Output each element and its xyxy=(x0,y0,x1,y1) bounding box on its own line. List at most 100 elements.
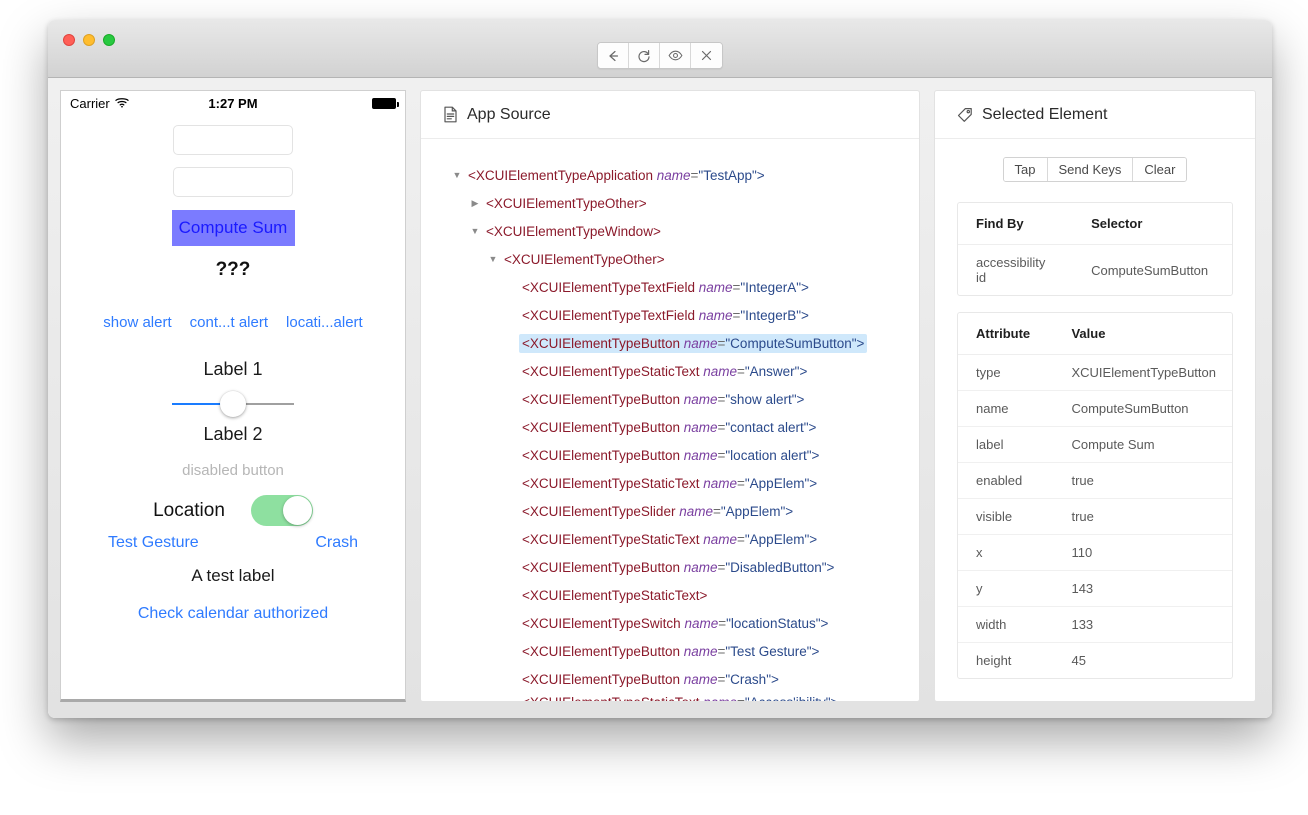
node-tag-name: <XCUIElementTypeTextField xyxy=(522,307,699,323)
tap-button[interactable]: Tap xyxy=(1003,158,1048,181)
source-tree-node[interactable]: <XCUIElementTypeTextField name="IntegerB… xyxy=(421,301,919,329)
integer-b-field[interactable] xyxy=(173,167,293,197)
node-attr-value: "Crash"> xyxy=(725,671,779,687)
node-attr-name: name xyxy=(656,167,691,183)
chevron-down-icon[interactable]: ▼ xyxy=(449,170,465,180)
node-attr-name: name xyxy=(703,531,737,547)
crash-button[interactable]: Crash xyxy=(315,534,358,552)
attribute-row[interactable]: enabled true xyxy=(958,462,1232,499)
node-tag-name: <XCUIElementTypeTextField xyxy=(522,279,699,295)
source-tree-node[interactable]: <XCUIElementTypeButton name="contact ale… xyxy=(421,413,919,441)
table-cell-key: x xyxy=(958,534,1054,571)
source-tree-node[interactable]: <XCUIElementTypeStaticText name="Answer"… xyxy=(421,357,919,385)
source-tree-node[interactable]: <XCUIElementTypeButton name="location al… xyxy=(421,441,919,469)
app-slider[interactable] xyxy=(172,390,294,418)
table-cell-value: true xyxy=(1053,462,1232,499)
find-by-row[interactable]: accessibility id ComputeSumButton xyxy=(958,245,1232,296)
quit-button[interactable] xyxy=(691,43,722,68)
contact-alert-button[interactable]: cont...t alert xyxy=(190,314,268,331)
show-alert-button[interactable]: show alert xyxy=(103,314,171,331)
refresh-button[interactable] xyxy=(629,43,660,68)
table-cell-key: y xyxy=(958,570,1054,607)
location-alert-button[interactable]: locati...alert xyxy=(286,314,363,331)
source-tree-node[interactable]: <XCUIElementTypeTextField name="IntegerA… xyxy=(421,273,919,301)
attribute-row[interactable]: x 110 xyxy=(958,534,1232,571)
node-attr-value: "AppElem"> xyxy=(720,503,794,519)
app-source-header: App Source xyxy=(421,91,919,139)
source-tree-node-label: <XCUIElementTypeApplication name="TestAp… xyxy=(465,166,768,185)
attribute-row[interactable]: type XCUIElementTypeButton xyxy=(958,354,1232,391)
close-window-button[interactable] xyxy=(63,34,75,46)
node-attr-name: name xyxy=(679,503,713,519)
compute-sum-button[interactable]: Compute Sum xyxy=(171,210,295,246)
source-tree-node-label: <XCUIElementTypeWindow> xyxy=(483,222,664,241)
node-tag-name: <XCUIElementTypeStaticText xyxy=(522,363,704,379)
source-tree-node[interactable]: <XCUIElementTypeStaticText name="AppElem… xyxy=(421,469,919,497)
inspect-button[interactable] xyxy=(660,43,691,68)
source-tree-node-label: <XCUIElementTypeButton name="Crash"> xyxy=(519,670,782,689)
source-tree-node[interactable]: ▼ <XCUIElementTypeOther> xyxy=(421,245,919,273)
source-tree-node[interactable]: ▼ <XCUIElementTypeWindow> xyxy=(421,217,919,245)
integer-a-field[interactable] xyxy=(173,125,293,155)
test-gesture-button[interactable]: Test Gesture xyxy=(108,534,199,552)
node-tag-name: <XCUIElementTypeSwitch xyxy=(522,615,685,631)
find-by-col-header: Find By xyxy=(958,203,1074,245)
source-tree-node[interactable]: <XCUIElementTypeStaticText name="Access'… xyxy=(421,693,919,701)
source-tree-node[interactable]: <XCUIElementTypeButton name="show alert"… xyxy=(421,385,919,413)
node-tag-name: <XCUIElementTypeApplication xyxy=(468,167,657,183)
source-tree-node[interactable]: ▼ <XCUIElementTypeApplication name="TestA… xyxy=(421,161,919,189)
attribute-row[interactable]: visible true xyxy=(958,498,1232,535)
node-attr-name: name xyxy=(703,695,737,701)
location-row: Location xyxy=(153,495,313,526)
check-calendar-authorized-link[interactable]: Check calendar authorized xyxy=(138,605,328,623)
source-tree-node[interactable]: <XCUIElementTypeButton name="Crash"> xyxy=(421,665,919,693)
source-tree-node-label: <XCUIElementTypeButton name="ComputeSumB… xyxy=(519,333,868,353)
app-screen: Compute Sum ??? show alert cont...t aler… xyxy=(61,115,405,699)
attribute-row[interactable]: height 45 xyxy=(958,643,1232,679)
ios-status-bar: Carrier 1:27 PM xyxy=(61,91,405,115)
chevron-down-icon[interactable]: ▼ xyxy=(467,226,483,236)
source-tree[interactable]: ▼ <XCUIElementTypeApplication name="TestA… xyxy=(421,139,919,701)
node-tag-name: <XCUIElementTypeSlider xyxy=(522,503,680,519)
chevron-down-icon[interactable]: ▼ xyxy=(485,254,501,264)
table-cell-key: accessibility id xyxy=(976,255,1046,285)
node-attr-value: "ComputeSumButton"> xyxy=(725,335,865,351)
source-tree-node[interactable]: <XCUIElementTypeStaticText name="AppElem… xyxy=(421,525,919,553)
clear-button[interactable]: Clear xyxy=(1133,158,1187,181)
attribute-row[interactable]: label Compute Sum xyxy=(958,426,1232,463)
node-attr-value: "locationStatus"> xyxy=(726,615,829,631)
send-keys-button[interactable]: Send Keys xyxy=(1047,158,1134,181)
element-actions: Tap Send Keys Clear xyxy=(957,157,1233,182)
node-attr-equals: = xyxy=(736,475,745,491)
table-cell-value: ComputeSumButton xyxy=(1053,390,1232,427)
source-tree-node[interactable]: <XCUIElementTypeStaticText> xyxy=(421,581,919,609)
table-cell-key: height xyxy=(976,653,1012,668)
node-tag-name: <XCUIElementTypeStaticText xyxy=(522,695,703,701)
node-tag-name: <XCUIElementTypeButton xyxy=(522,447,684,463)
source-tree-node[interactable]: <XCUIElementTypeButton name="ComputeSumB… xyxy=(421,329,919,357)
attribute-row[interactable]: name ComputeSumButton xyxy=(958,390,1232,427)
attribute-row[interactable]: width 133 xyxy=(958,606,1232,643)
node-attr-value: "IntegerA"> xyxy=(740,279,809,295)
back-button[interactable] xyxy=(598,43,629,68)
node-tag-name: <XCUIElementTypeButton xyxy=(522,335,684,351)
chevron-right-icon[interactable]: ▶ xyxy=(467,198,483,209)
source-tree-node[interactable]: <XCUIElementTypeSwitch name="locationSta… xyxy=(421,609,919,637)
node-tag-name: <XCUIElementTypeStaticText xyxy=(522,531,704,547)
location-switch[interactable] xyxy=(250,495,313,526)
node-attr-equals: = xyxy=(718,615,727,631)
table-cell-value: Compute Sum xyxy=(1053,426,1232,463)
source-tree-node[interactable]: <XCUIElementTypeButton name="DisabledBut… xyxy=(421,553,919,581)
source-tree-node[interactable]: <XCUIElementTypeSlider name="AppElem"> xyxy=(421,497,919,525)
source-tree-node[interactable]: ▶ <XCUIElementTypeOther> xyxy=(421,189,919,217)
source-tree-node[interactable]: <XCUIElementTypeButton name="Test Gestur… xyxy=(421,637,919,665)
maximize-window-button[interactable] xyxy=(103,34,115,46)
attribute-row[interactable]: y 143 xyxy=(958,570,1232,607)
slider-knob[interactable] xyxy=(220,391,246,417)
node-attr-name: name xyxy=(698,279,733,295)
table-cell-key: label xyxy=(958,426,1054,463)
table-cell-value: true xyxy=(1053,498,1232,535)
minimize-window-button[interactable] xyxy=(83,34,95,46)
arrow-left-icon xyxy=(606,49,620,63)
table-cell-key: type xyxy=(958,354,1054,391)
